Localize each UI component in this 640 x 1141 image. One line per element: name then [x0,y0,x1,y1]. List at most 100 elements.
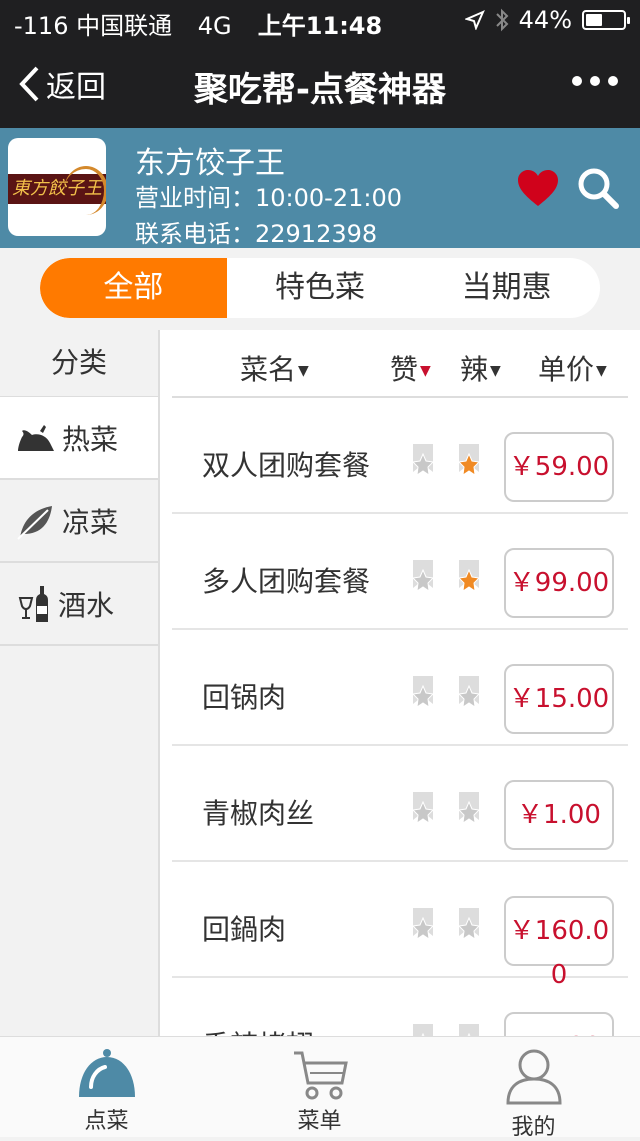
tab-promotion[interactable]: 当期惠 [413,258,600,318]
cart-icon [293,1051,348,1100]
dish-name: 青椒肉丝 [202,797,315,830]
spicy-ribbon-icon [457,444,481,477]
more-button[interactable] [572,76,618,86]
shop-phone: 联系电话：22912398 [135,220,378,248]
location-arrow-icon [464,10,485,30]
spicy-indicator [456,906,482,950]
like-ribbon-icon [411,908,435,941]
dish-list: 菜名 ▼ 赞 ▼ 辣 ▼ 单价 ▼ 双人团购套餐 ￥59.00 多人团购套餐 ￥99.00 回锅… [160,330,640,1036]
dish-row[interactable]: 香辣烤翅 ￥7.00 [172,978,628,1036]
sort-by-spicy[interactable]: 辣 ▼ [460,348,501,388]
dish-price-text: ￥160.0 [508,916,610,946]
category-item-hot-dishes[interactable]: 热菜 [0,397,158,480]
spicy-ribbon-icon [457,792,481,825]
dish-price-button[interactable]: ￥59.00 [504,432,614,502]
shop-name: 东方饺子王 [135,146,285,181]
like-button[interactable] [410,558,436,602]
like-ribbon-icon [413,1024,433,1036]
like-ribbon-icon [411,676,435,709]
dish-price-button[interactable]: ￥15.00 [504,664,614,734]
status-bar: -116 中国联通 4G 上午11:48 44% [0,0,640,40]
dish-price-button[interactable]: ￥7.00 [504,1012,614,1036]
leaf-icon [17,505,52,540]
tabbar-item-profile[interactable]: 我的 [427,1037,640,1140]
logo-swoosh [64,166,106,215]
category-header: 分类 [0,330,158,397]
tabbar-label: 菜单 [297,1109,342,1134]
more-dot [572,76,582,86]
dish-price-button[interactable]: ￥99.00 [504,548,614,618]
spicy-indicator [456,1022,482,1036]
dish-price-text: ￥59.00 [508,452,610,482]
dish-price-button[interactable]: ￥160.0 0 [504,896,614,988]
bottom-tab-bar: 点菜 菜单 我的 [0,1036,640,1140]
shop-hours: 营业时间：10:00-21:00 [135,184,402,212]
spicy-ribbon-icon [457,676,481,709]
category-label: 酒水 [58,588,115,622]
dish-price-text: ￥99.00 [508,568,610,598]
battery-icon [582,10,630,30]
category-sidebar: 分类 热菜 凉菜 酒水 [0,330,160,1036]
page-title: 聚吃帮-点餐神器 [193,70,447,110]
more-dot [590,76,600,86]
dish-row[interactable]: 回锅肉 ￥15.00 [172,630,628,746]
tab-specialty[interactable]: 特色菜 [227,258,414,318]
dish-name: 回锅肉 [202,681,287,714]
dish-row[interactable]: 双人团购套餐 ￥59.00 [172,398,628,514]
tabbar-item-menu[interactable]: 菜单 [213,1037,426,1137]
caret-down-icon: ▼ [420,363,431,379]
spicy-ribbon-icon [457,908,481,941]
favorite-heart-icon[interactable] [516,168,560,208]
dish-name: 香辣烤翅 [202,1024,314,1036]
category-item-drinks[interactable]: 酒水 [0,563,158,646]
shop-logo: 東方餃子王 [8,138,106,236]
spicy-indicator [456,674,482,718]
more-dot [608,76,618,86]
dish-price-text: ￥1.00 [517,800,601,830]
filter-tabs: 全部 特色菜 当期惠 [40,258,600,318]
like-ribbon-icon [411,444,435,477]
dish-name: 双人团购套餐 [202,449,371,482]
sort-by-like[interactable]: 赞 ▼ [390,348,431,388]
roast-chicken-icon [18,424,54,451]
spicy-indicator [456,790,482,834]
dish-price-button[interactable]: ￥1.00 [504,780,614,850]
wine-icon [18,585,48,622]
category-label: 热菜 [62,422,119,456]
dish-price-text: ￥15.00 [508,684,610,714]
dish-row[interactable]: 青椒肉丝 ￥1.00 [172,746,628,862]
dish-row[interactable]: 回鍋肉 ￥160.0 0 [172,862,628,988]
navigation-bar: 返回 聚吃帮-点餐神器 [0,40,640,128]
dish-row[interactable]: 多人团购套餐 ￥99.00 [172,514,628,630]
column-spicy-label: 辣 [460,353,489,386]
like-button[interactable] [410,674,436,718]
tabbar-item-order[interactable]: 点菜 [0,1037,213,1137]
tab-all[interactable]: 全部 [40,258,227,318]
search-icon[interactable] [576,166,620,210]
category-label: 凉菜 [62,505,119,539]
spicy-ribbon-icon [459,1024,479,1036]
column-price-label: 单价 [538,353,595,386]
sort-by-name[interactable]: 菜名 ▼ [240,348,309,388]
caret-down-icon: ▼ [490,363,501,379]
spicy-indicator [456,558,482,602]
like-ribbon-icon [411,560,435,593]
dish-list-header: 菜名 ▼ 赞 ▼ 辣 ▼ 单价 ▼ [172,330,628,398]
bluetooth-icon [495,8,509,32]
dish-cover-icon [78,1049,135,1097]
like-button[interactable] [410,1022,436,1036]
filter-tabs-bar: 全部 特色菜 当期惠 [0,248,640,331]
spicy-ribbon-icon [457,560,481,593]
dish-name: 回鍋肉 [202,913,287,946]
sort-by-price[interactable]: 单价 ▼ [538,348,607,388]
category-item-cold-dishes[interactable]: 凉菜 [0,480,158,563]
like-button[interactable] [410,442,436,486]
battery-percent: 44% [518,6,572,34]
user-icon [505,1049,562,1105]
like-button[interactable] [410,906,436,950]
like-button[interactable] [410,790,436,834]
caret-down-icon: ▼ [596,363,607,379]
dish-name: 多人团购套餐 [202,565,371,598]
column-like-label: 赞 [390,353,419,386]
column-name-label: 菜名 [240,353,297,386]
